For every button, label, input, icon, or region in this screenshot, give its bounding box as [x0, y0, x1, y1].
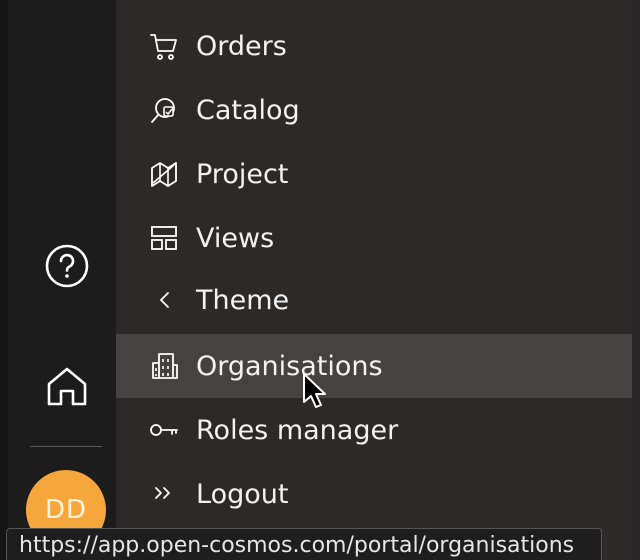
key-icon [148, 414, 180, 446]
link-status-bar: https://app.open-cosmos.com/portal/organ… [6, 528, 602, 560]
menu-item-label: Catalog [196, 94, 300, 126]
chevron-left-icon [148, 284, 180, 316]
building-icon [148, 350, 180, 382]
menu-item-orders[interactable]: Orders [116, 14, 632, 78]
map-icon [148, 158, 180, 190]
mouse-cursor-icon [302, 372, 328, 410]
home-icon [47, 367, 87, 406]
menu-item-catalog[interactable]: Catalog [116, 78, 632, 142]
avatar-initials: DD [44, 495, 88, 525]
menu-item-project[interactable]: Project [116, 142, 632, 206]
home-button[interactable] [44, 363, 90, 409]
rail-divider [30, 446, 102, 447]
user-menu: Orders Catalog Project Views Theme Organ… [116, 0, 632, 560]
menu-item-label: Logout [196, 478, 289, 510]
menu-item-roles-manager[interactable]: Roles manager [116, 398, 632, 462]
layout-icon [148, 222, 180, 254]
menu-item-organisations[interactable]: Organisations [116, 334, 632, 398]
cart-icon [148, 30, 180, 62]
catalog-search-icon [148, 94, 180, 126]
menu-item-label: Project [196, 158, 289, 190]
left-rail: DD [0, 0, 117, 560]
status-url: https://app.open-cosmos.com/portal/organ… [19, 533, 575, 558]
menu-item-theme[interactable]: Theme [116, 268, 632, 332]
menu-item-label: Views [196, 222, 275, 254]
rail-edge [0, 0, 8, 560]
menu-item-label: Orders [196, 30, 287, 62]
menu-item-label: Theme [196, 284, 290, 316]
menu-item-label: Roles manager [196, 414, 399, 446]
menu-item-views[interactable]: Views [116, 206, 632, 270]
help-button[interactable] [44, 243, 90, 289]
menu-item-logout[interactable]: Logout [116, 462, 632, 526]
help-circle-icon [45, 244, 89, 288]
menu-item-label: Organisations [196, 350, 383, 382]
background-page-edge [632, 0, 640, 560]
double-chevron-right-icon [148, 478, 180, 510]
